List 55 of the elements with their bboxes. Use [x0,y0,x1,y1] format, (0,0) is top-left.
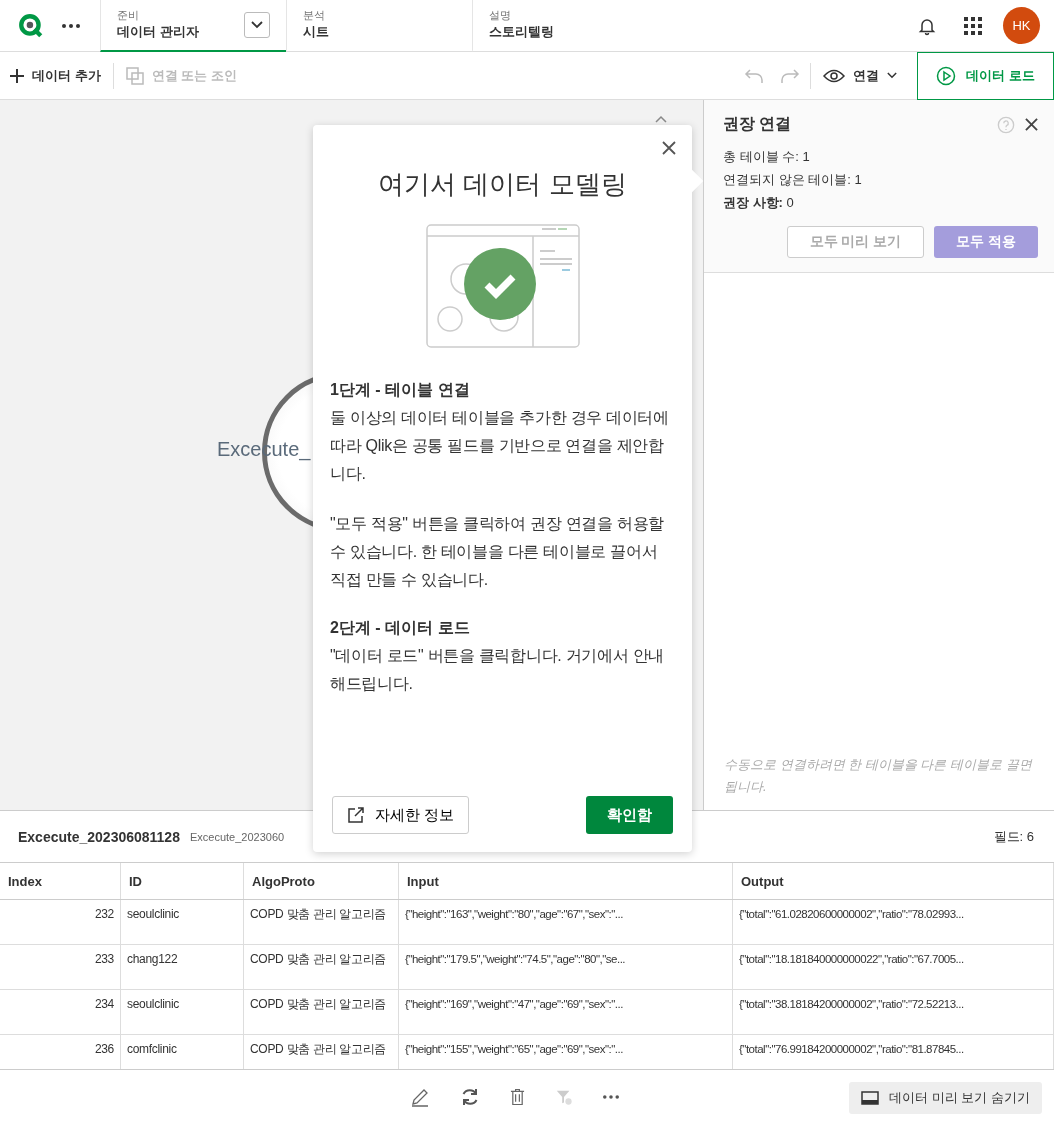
table-cell: {"height":"163","weight":"80","age":"67","sex":"... [398,899,733,945]
table-cell: 234 [0,989,121,1035]
column-header[interactable]: Index [0,863,121,900]
stat-line: 권장 사항: 0 [723,194,795,212]
table-name: Excecute_202306081128 [18,828,180,845]
view-dropdown[interactable]: 연결 [813,66,907,85]
table-cell: COPD 맞춤 관리 알고리즘 [243,899,399,945]
stat-line: 총 테이블 수: 1 [723,148,811,166]
table-cell: 232 [0,899,121,945]
tab-label: 스토리텔링 [489,23,555,41]
step-text: 둘 이상의 데이터 테이블을 추가한 경우 데이터에 따라 Qlik은 공통 필드를 기반으로 연결을 제안합니다. [330,408,670,484]
column-header[interactable]: AlgoProto [243,863,399,900]
table-cell: COPD 맞춤 관리 알고리즘 [243,989,399,1035]
step-heading: 2단계 - 데이터 로드 [330,618,471,638]
step-heading: 1단계 - 테이블 연결 [330,380,471,400]
step-text: "데이터 로드" 버튼을 클릭합니다. 거기에서 안내해드립니다. [330,646,665,694]
table-cell: seoulclinic [120,899,244,945]
table-cell: {"total":"61.02820600000002","ratio":"78.02993... [732,899,1054,945]
table-cell: 233 [0,944,121,990]
table-cell: {"height":"169","weight":"47","age":"69","sex":"... [398,989,733,1035]
stat-line: 연결되지 않은 테이블: 1 [723,171,863,189]
tab-label: 시트 [303,23,330,41]
table-cell: COPD 맞춤 관리 알고리즘 [243,1034,399,1070]
popup-title: 여기서 데이터 모델링 [378,168,627,201]
nav-tab[interactable]: 분석 시트 [286,0,472,52]
nav-tab[interactable]: 설명 스토리텔링 [472,0,658,52]
field-count: 필드: 6 [993,827,1034,846]
table-cell: {"total":"38.18184200000002","ratio":"72.52213... [732,989,1054,1035]
table-cell: 236 [0,1034,121,1070]
table-cell: {"height":"155","weight":"65","age":"69","sex":"... [398,1034,733,1070]
tab-category: 분석 [303,8,326,23]
hide-preview-button[interactable]: 데이터 미리 보기 숨기기 [849,1081,1042,1114]
add-data-button[interactable]: 데이터 추가 [0,66,111,85]
column-header[interactable]: ID [120,863,244,900]
table-subtitle: Excecute_2023060 [189,830,285,843]
panel-title: 권장 연결 [723,114,793,134]
load-data-button[interactable]: 데이터 로드 [917,51,1054,100]
table-cell: seoulclinic [120,989,244,1035]
table-cell: comfclinic [120,1034,244,1070]
tab-category: 준비 [117,8,140,23]
column-header[interactable]: Output [732,863,1054,900]
table-cell: chang122 [120,944,244,990]
tab-category: 설명 [489,8,512,23]
tab-label: 데이터 관리자 [117,23,200,41]
user-avatar[interactable]: HK [1003,7,1040,44]
more-info-button[interactable]: 자세한 정보 [332,796,470,834]
column-header[interactable]: Input [398,863,733,900]
step-text: "모두 적용" 버튼을 클릭하여 권장 연결을 허용할 수 있습니다. 한 테이블을 다른 테이블로 끌어서 직접 만들 수 있습니다. [330,514,665,590]
table-cell: {"total":"76.99184200000002","ratio":"81.87845... [732,1034,1054,1070]
table-cell: {"height":"179.5","weight":"74.5","age":"80","se... [398,944,733,990]
hint-text: 수동으로 연결하려면 한 테이블을 다른 테이블로 끌면 됩니다. [724,756,1034,797]
ok-button[interactable]: 확인함 [586,796,673,834]
nav-tab[interactable]: 준비 데이터 관리자 [100,0,286,52]
table-cell: COPD 맞춤 관리 알고리즘 [243,944,399,990]
table-cell: {"total":"18.181840000000022","ratio":"67.7005... [732,944,1054,990]
